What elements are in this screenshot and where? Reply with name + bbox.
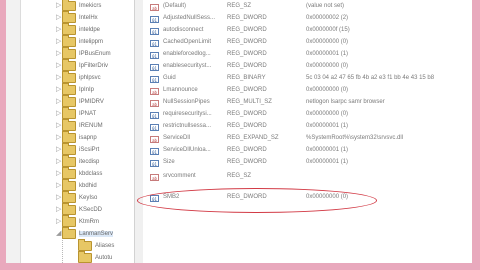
- string-value-icon: ab: [150, 174, 159, 181]
- value-row[interactable]: 01 Guid REG_BINARY 5c 03 04 a2 47 65 fb 4b …: [143, 74, 472, 85]
- value-row[interactable]: 01 restrictnullsessa... REG_DWORD 0x0000000…: [143, 122, 472, 133]
- value-row[interactable]: ab NullSessionPipes REG_MULTI_SZ netlogon l…: [143, 98, 472, 109]
- folder-icon: [62, 203, 76, 215]
- value-row[interactable]: ab Lmannounce REG_DWORD 0x00000000 (0): [143, 86, 472, 97]
- value-row[interactable]: ab ServiceDll REG_EXPAND_SZ %SystemRoot%\sy…: [143, 134, 472, 145]
- folder-icon: [62, 71, 76, 83]
- dword-value-icon: 01: [150, 28, 159, 35]
- folder-icon: [62, 0, 76, 11]
- value-row[interactable]: 01 autodisconnect REG_DWORD 0x0000000f (15): [143, 26, 472, 37]
- tree-scrollbar[interactable]: [6, 0, 21, 263]
- binary-value-icon: 01: [150, 76, 159, 83]
- dword-value-icon: 01: [150, 124, 159, 131]
- dword-value-icon: 01: [150, 40, 159, 47]
- folder-icon: [62, 155, 76, 167]
- folder-icon: [78, 239, 92, 251]
- value-row-smb2[interactable]: 01 SMB2 REG_DWORD 0x00000000 (0): [143, 193, 472, 204]
- folder-icon: [62, 59, 76, 71]
- value-row[interactable]: 01 enablesecurityst... REG_DWORD 0x00000000…: [143, 62, 472, 73]
- folder-icon: [62, 35, 76, 47]
- dword-value-icon: 01: [150, 52, 159, 59]
- folder-icon: [62, 143, 76, 155]
- folder-icon: [62, 119, 76, 131]
- value-row[interactable]: ab (Default) REG_SZ (value not set): [143, 2, 472, 13]
- folder-icon: [62, 11, 76, 23]
- folder-icon: [62, 179, 76, 191]
- folder-icon: [62, 95, 76, 107]
- string-value-icon: ab: [150, 100, 159, 107]
- value-row[interactable]: 01 enableforcedlog... REG_DWORD 0x00000001 …: [143, 50, 472, 61]
- value-row[interactable]: 01 ServiceDllUnloa... REG_DWORD 0x00000001 …: [143, 146, 472, 157]
- value-row[interactable]: 01 CachedOpenLimit REG_DWORD 0x00000000 (0): [143, 38, 472, 49]
- window-frame-right: [472, 0, 480, 270]
- folder-icon: [62, 167, 76, 179]
- value-row[interactable]: ab srvcomment REG_SZ: [143, 172, 472, 183]
- folder-icon: [62, 131, 76, 143]
- dword-value-icon: 01: [150, 112, 159, 119]
- dword-value-icon: 01: [150, 148, 159, 155]
- registry-key-tree[interactable]: ▷ Imekicrs ▷ IntelHx ▷ inteldpe ▷ intelippm …: [6, 0, 134, 263]
- folder-icon: [62, 47, 76, 59]
- folder-icon: [78, 251, 92, 263]
- dword-value-icon: 01: [150, 195, 159, 202]
- folder-icon: [62, 227, 76, 239]
- folder-icon: [62, 23, 76, 35]
- string-value-icon: ab: [150, 136, 159, 143]
- value-row[interactable]: 01 Size REG_DWORD 0x00000001 (1): [143, 158, 472, 169]
- registry-values-list[interactable]: ab (Default) REG_SZ (value not set) 01 Adjus…: [143, 0, 472, 263]
- value-row[interactable]: 01 AdjustedNullSess... REG_DWORD 0x00000002…: [143, 14, 472, 25]
- folder-icon: [62, 215, 76, 227]
- folder-icon: [62, 83, 76, 95]
- string-value-icon: ab: [150, 88, 159, 95]
- window-frame-bottom: [0, 263, 480, 270]
- folder-icon: [62, 107, 76, 119]
- dword-value-icon: 01: [150, 16, 159, 23]
- folder-icon: [62, 191, 76, 203]
- value-row[interactable]: 01 requiresecuritysi... REG_DWORD 0x0000000…: [143, 110, 472, 121]
- dword-value-icon: 01: [150, 160, 159, 167]
- tree-subitem[interactable]: Autotu: [78, 251, 112, 263]
- dword-value-icon: 01: [150, 64, 159, 71]
- string-value-icon: ab: [150, 4, 159, 11]
